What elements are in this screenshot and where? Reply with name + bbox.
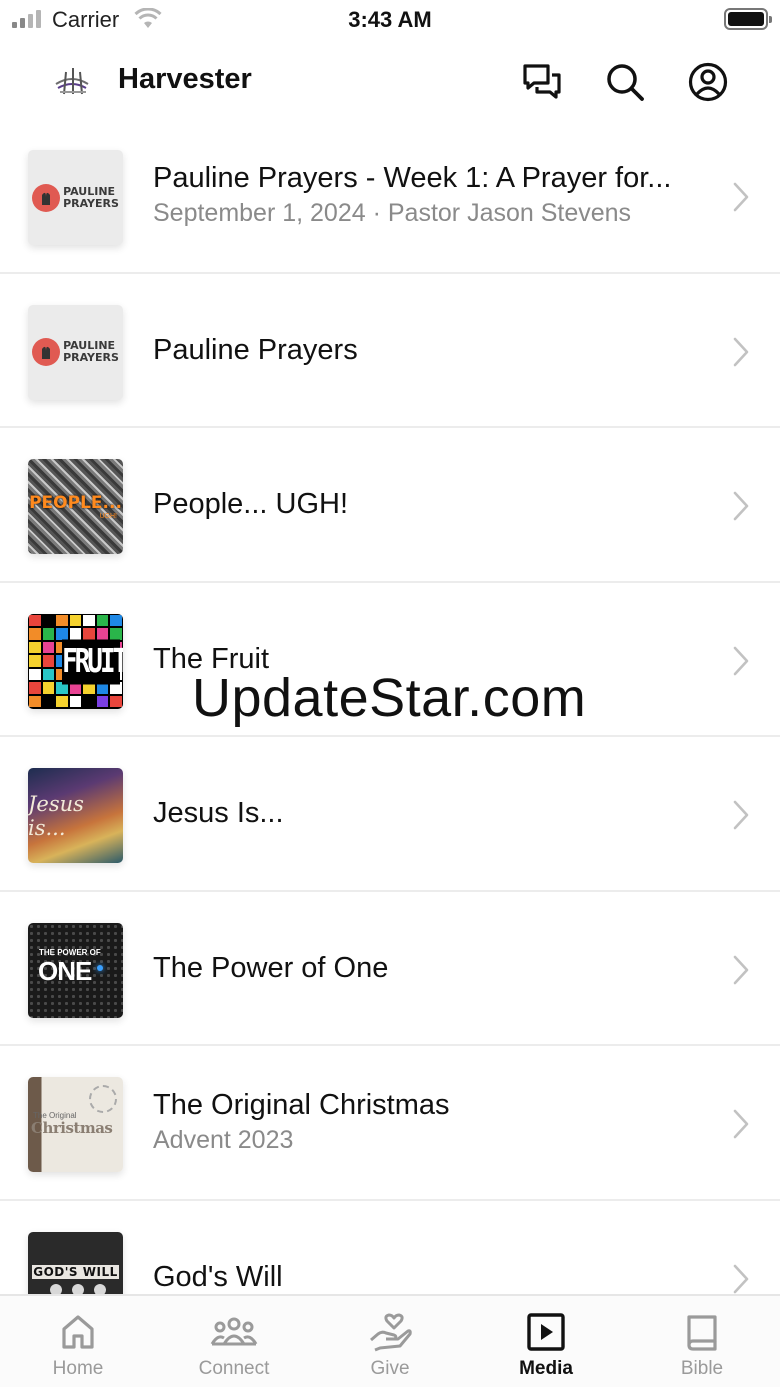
status-time: 3:43 AM	[348, 7, 432, 32]
messages-button[interactable]	[518, 58, 566, 106]
chevron-right-icon	[733, 800, 749, 830]
chevron-right-icon	[733, 1264, 749, 1293]
watermark-text: UpdateStar.com	[192, 668, 587, 728]
chevron-right-icon	[733, 491, 749, 521]
search-icon	[607, 64, 644, 101]
item-subtitle: Advent 2023	[153, 1126, 294, 1154]
book-icon	[687, 1315, 717, 1351]
home-icon	[62, 1315, 94, 1349]
series-thumbnail: GOD'S WILL	[28, 1231, 123, 1294]
list-item[interactable]: PAULINE PRAYERS Pauline Prayers - Week 1:…	[0, 119, 780, 274]
item-title: Jesus Is...	[153, 797, 284, 829]
list-item[interactable]: THE POWER OF ONE The Power of One	[0, 892, 780, 1046]
series-thumbnail: Jesus is...	[28, 768, 123, 863]
list-item[interactable]: GOD'S WILL God's Will	[0, 1201, 780, 1294]
search-button[interactable]	[601, 58, 649, 106]
app-header: Harvester	[0, 40, 780, 124]
tab-bible[interactable]: Bible	[624, 1296, 780, 1387]
series-thumbnail: THE POWER OF ONE	[28, 922, 123, 1018]
series-thumbnail: PEOPLE... UGH!	[28, 459, 123, 554]
item-title: The Original Christmas	[153, 1089, 450, 1121]
item-title: Pauline Prayers	[153, 333, 358, 366]
church-logo-icon	[55, 68, 89, 95]
battery-icon	[724, 8, 772, 30]
item-subtitle: September 1, 2024 · Pastor Jason Stevens	[153, 199, 632, 227]
series-thumbnail: PAULINE PRAYERS	[28, 304, 123, 400]
series-thumbnail: PAULINE PRAYERS	[28, 150, 123, 245]
list-item[interactable]: The Original Christmas The Original Chri…	[0, 1046, 780, 1201]
user-avatar-icon	[688, 62, 728, 102]
item-title: Pauline Prayers - Week 1: A Prayer for..…	[153, 162, 672, 194]
chevron-right-icon	[733, 955, 749, 984]
series-thumbnail: FRUIT	[28, 613, 123, 709]
people-icon	[210, 1317, 258, 1346]
list-item[interactable]: Jesus is... Jesus Is...	[0, 737, 780, 892]
tab-media[interactable]: Media	[468, 1296, 624, 1387]
chevron-right-icon	[733, 646, 749, 675]
tab-give[interactable]: Give	[312, 1296, 468, 1387]
chevron-right-icon	[733, 1109, 749, 1139]
list-item[interactable]: PEOPLE... UGH! People... UGH!	[0, 428, 780, 583]
media-play-icon	[527, 1313, 565, 1351]
tab-home[interactable]: Home	[0, 1296, 156, 1387]
tab-bar: Home Connect Give Media Bible	[0, 1294, 780, 1387]
chat-bubbles-icon	[523, 64, 561, 99]
item-title: God's Will	[153, 1260, 283, 1293]
item-title: The Power of One	[153, 951, 389, 984]
status-bar: Carrier 3:43 AM	[0, 0, 780, 40]
tab-connect[interactable]: Connect	[156, 1296, 312, 1387]
item-title: People... UGH!	[153, 488, 349, 520]
series-thumbnail: The Original Christmas	[28, 1077, 123, 1172]
profile-button[interactable]	[684, 58, 732, 106]
app-title: Harvester	[118, 63, 252, 95]
chevron-right-icon	[733, 337, 749, 366]
chevron-right-icon	[733, 182, 749, 212]
list-item[interactable]: PAULINE PRAYERS Pauline Prayers	[0, 274, 780, 428]
give-heart-icon	[370, 1313, 412, 1352]
